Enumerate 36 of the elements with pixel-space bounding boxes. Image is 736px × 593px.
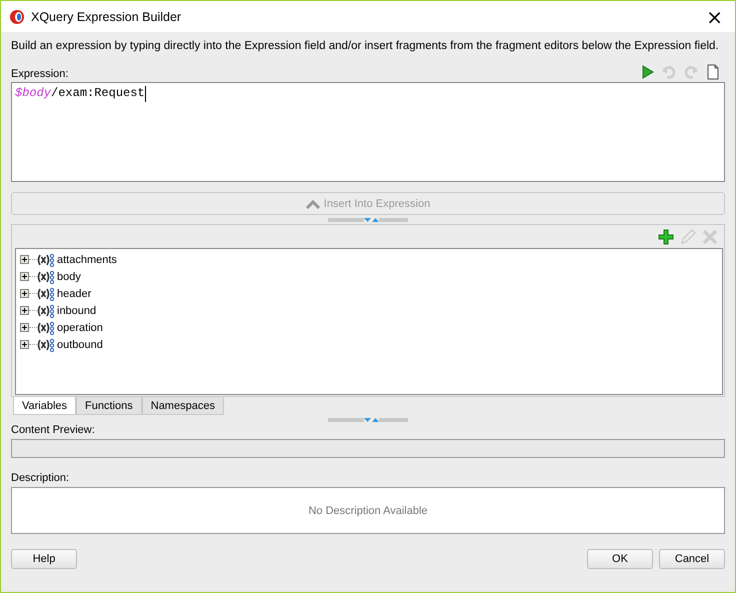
tree-item[interactable]: body: [57, 270, 81, 282]
expand-icon[interactable]: [20, 306, 29, 315]
tree-item[interactable]: header: [57, 288, 92, 300]
help-button[interactable]: Help: [11, 549, 77, 569]
window-title: XQuery Expression Builder: [31, 10, 182, 24]
variable-icon: [37, 286, 55, 300]
expression-field[interactable]: $body/exam:Request: [11, 82, 725, 182]
expand-icon[interactable]: [20, 323, 29, 332]
expand-icon[interactable]: [20, 289, 29, 298]
tab[interactable]: Functions: [76, 397, 142, 415]
cancel-button[interactable]: Cancel: [659, 549, 725, 569]
tab[interactable]: Variables: [13, 397, 76, 415]
expand-icon[interactable]: [20, 340, 29, 349]
description-text: No Description Available: [308, 504, 428, 516]
expand-icon[interactable]: [20, 272, 29, 281]
expand-icon[interactable]: [20, 255, 29, 264]
tab[interactable]: Namespaces: [142, 397, 224, 415]
instructions-text: Build an expression by typing directly into the Expression field and/or insert fragments from the fragment editors below the Expression field.: [11, 40, 719, 52]
variable-icon: [37, 270, 55, 284]
expression-label: Expression:: [11, 68, 68, 80]
variable-icon: [37, 252, 55, 266]
variable-icon: [37, 338, 55, 352]
content-preview-label: Content Preview:: [11, 424, 96, 436]
chevron-up-icon: [306, 198, 320, 208]
variable-icon: [37, 320, 55, 334]
tree-item[interactable]: outbound: [57, 338, 103, 350]
tree-item[interactable]: operation: [57, 322, 103, 334]
tree-item[interactable]: attachments: [57, 254, 117, 266]
variable-icon: [37, 304, 55, 318]
document-icon[interactable]: [705, 64, 721, 80]
description-label: Description:: [11, 472, 70, 484]
tree-item[interactable]: inbound: [57, 304, 96, 316]
ok-button[interactable]: OK: [587, 549, 653, 569]
close-button[interactable]: ×: [702, 6, 727, 26]
app-logo-icon: [9, 8, 25, 24]
add-icon[interactable]: [658, 229, 674, 245]
